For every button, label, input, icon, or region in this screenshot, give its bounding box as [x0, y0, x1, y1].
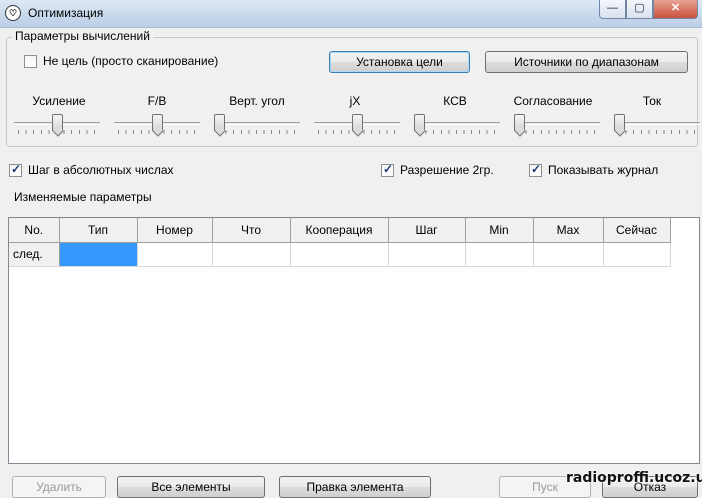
slider-thumb[interactable] [51, 114, 63, 131]
params-grid[interactable]: No. Тип Номер Что Кооперация Шаг Min Max Сейчас … [8, 217, 700, 464]
params-group-legend: Параметры вычислений [12, 29, 153, 43]
slider-thumb[interactable] [214, 114, 225, 131]
resolution-2gr-checkbox[interactable]: Разрешение 2гр. [381, 162, 494, 177]
table-cell[interactable] [388, 242, 466, 267]
criterion-slider[interactable] [314, 114, 400, 136]
show-log-checkbox[interactable]: Показывать журнал [529, 162, 659, 177]
slider-thumb[interactable] [414, 114, 425, 131]
set-target-button[interactable]: Установка цели [329, 51, 470, 73]
criterion-slider[interactable] [114, 114, 200, 136]
app-icon: ♡ [5, 5, 21, 21]
close-button[interactable]: ✕ [653, 0, 698, 19]
variable-params-label: Изменяемые параметры [14, 190, 152, 204]
show-log-checkbox-box[interactable] [529, 162, 542, 177]
slider-label: КСВ [443, 94, 467, 108]
table-cell[interactable] [212, 242, 291, 267]
abs-step-checkbox[interactable]: Шаг в абсолютных числах [9, 162, 174, 177]
column-header[interactable]: Тип [59, 218, 138, 243]
title-bar[interactable]: ♡ Оптимизация — ▢ ✕ [0, 0, 702, 28]
slider-label: F/B [147, 94, 167, 108]
table-cell[interactable] [59, 242, 138, 267]
slider-thumb[interactable] [514, 114, 525, 131]
column-header[interactable]: Max [533, 218, 604, 243]
no-target-label: Не цель (просто сканирование) [43, 54, 219, 68]
column-header[interactable]: No. [9, 218, 60, 243]
range-sources-button[interactable]: Источники по диапазонам [485, 51, 688, 73]
slider-label: Ток [642, 94, 662, 108]
column-header[interactable]: Шаг [388, 218, 466, 243]
slider-label: Согласование [513, 94, 593, 108]
column-header[interactable]: Кооперация [290, 218, 389, 243]
no-target-checkbox-box[interactable] [24, 54, 37, 68]
delete-button[interactable]: Удалить [12, 476, 106, 498]
column-header[interactable]: Min [465, 218, 534, 243]
abs-step-checkbox-box[interactable] [9, 162, 22, 177]
window-title: Оптимизация [28, 6, 104, 20]
resolution-2gr-checkbox-box[interactable] [381, 162, 394, 177]
row-header-cell[interactable]: след. [9, 242, 60, 267]
abs-step-label: Шаг в абсолютных числах [28, 163, 174, 177]
slider-thumb[interactable] [351, 114, 363, 131]
criterion-slider[interactable] [214, 114, 300, 136]
slider-label: jX [349, 94, 361, 108]
resolution-2gr-label: Разрешение 2гр. [400, 163, 494, 177]
criterion-slider[interactable] [514, 114, 600, 136]
slider-thumb[interactable] [614, 114, 625, 131]
table-cell[interactable] [533, 242, 604, 267]
table-row[interactable]: след. [9, 242, 671, 267]
slider-thumb[interactable] [151, 114, 163, 131]
table-cell[interactable] [465, 242, 534, 267]
no-target-checkbox[interactable]: Не цель (просто сканирование) [24, 54, 218, 68]
criterion-slider[interactable] [14, 114, 100, 136]
column-header[interactable]: Сейчас [603, 218, 671, 243]
slider-label: Верт. угол [229, 94, 285, 108]
column-header[interactable]: Номер [137, 218, 213, 243]
params-table: No. Тип Номер Что Кооперация Шаг Min Max Сейчас … [9, 218, 671, 267]
edit-element-button[interactable]: Правка элемента [279, 476, 431, 498]
table-cell[interactable] [290, 242, 389, 267]
maximize-button[interactable]: ▢ [626, 0, 653, 19]
watermark: radioproffi.ucoz.ua [566, 470, 702, 486]
column-header[interactable]: Что [212, 218, 291, 243]
slider-label: Усиление [32, 94, 86, 108]
table-cell[interactable] [137, 242, 213, 267]
criterion-slider[interactable] [414, 114, 500, 136]
minimize-button[interactable]: — [599, 0, 626, 19]
criterion-slider[interactable] [614, 114, 700, 136]
table-cell[interactable] [603, 242, 671, 267]
all-elements-button[interactable]: Все элементы [117, 476, 265, 498]
show-log-label: Показывать журнал [548, 163, 659, 177]
